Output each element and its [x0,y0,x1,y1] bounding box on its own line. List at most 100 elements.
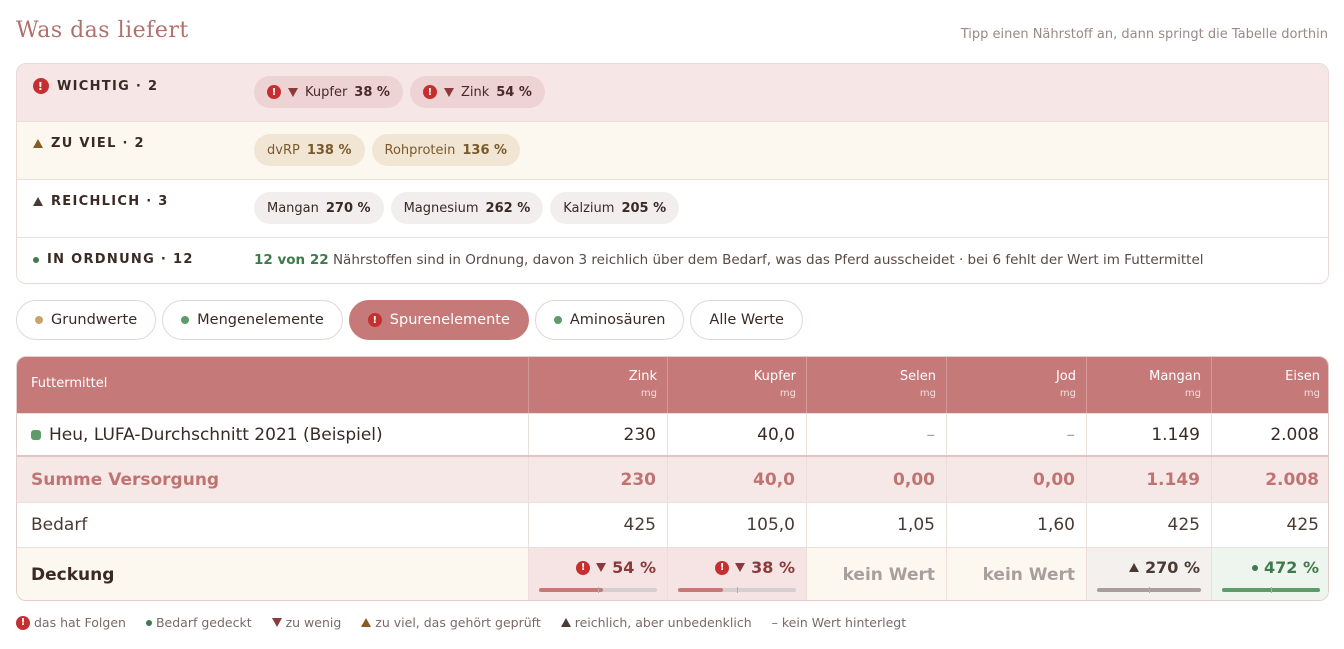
legend: ! das hat Folgen Bedarf gedeckt zu wenig… [16,615,906,630]
column-header-zink[interactable]: Zink mg [528,357,667,413]
table-cell: 230 [528,457,667,502]
coverage-cell-jod: kein Wert [946,548,1086,600]
table-cell: – [806,414,946,455]
tab-aminosaeuren[interactable]: Aminosäuren [534,300,685,340]
dot-icon [145,619,152,626]
table-cell: 40,0 [667,457,806,502]
summary-row-too-much: ZU VIEL · 2 dvRP 138 % Rohprotein 136 % [17,122,1328,180]
arrow-up-icon [33,197,43,206]
table-cell: 1.149 [1086,414,1211,455]
tab-grundwerte[interactable]: Grundwerte [16,300,157,340]
plenty-label: REICHLICH · 3 [51,194,169,209]
need-label: Bedarf [31,515,88,535]
alert-icon: ! [267,85,281,99]
legend-no-value: – kein Wert hinterlegt [771,615,907,630]
table-cell: 0,00 [806,457,946,502]
status-dot-icon [553,316,562,324]
coverage-cell-kupfer[interactable]: ! 38 % [667,548,806,600]
alert-icon: ! [576,560,591,575]
alert-icon: ! [33,78,49,94]
ok-label: IN ORDNUNG · 12 [47,252,194,267]
feed-name: Heu, LUFA-Durchschnitt 2021 (Beispiel) [49,424,383,445]
chip-dvrp[interactable]: dvRP 138 % [254,134,365,166]
table-cell: 105,0 [667,503,806,547]
legend-critical: ! das hat Folgen [16,615,126,630]
status-dot-icon [35,316,43,324]
chip-magnesium[interactable]: Magnesium 262 % [390,192,544,224]
table-row-feed[interactable]: Heu, LUFA-Durchschnitt 2021 (Beispiel) 2… [17,413,1328,455]
chip-zink[interactable]: ! Zink 54 % [409,76,545,108]
table-cell: 1,05 [806,503,946,547]
coverage-bar [539,587,657,593]
summary-row-plenty: REICHLICH · 3 Mangan 270 % Magnesium 262… [17,180,1328,238]
table-cell: 230 [528,414,667,455]
table-header: Futtermittel Zink mg Kupfer mg Selen mg … [17,357,1328,413]
summary-row-critical: ! WICHTIG · 2 ! Kupfer 38 % ! Zink 54 % [17,64,1328,122]
coverage-label: Deckung [31,565,115,585]
arrow-down-icon [443,87,454,97]
column-header-eisen[interactable]: Eisen mg [1211,357,1328,413]
sum-label: Summe Versorgung [31,469,220,490]
arrow-down-icon [288,87,298,97]
arrow-down-icon [735,563,746,572]
column-header-jod[interactable]: Jod mg [946,357,1086,413]
table-row-sum: Summe Versorgung 230 40,0 0,00 0,00 1.14… [17,455,1328,502]
column-header-futtermittel: Futtermittel [31,376,108,391]
chip-kupfer[interactable]: ! Kupfer 38 % [254,76,403,108]
coverage-cell-eisen[interactable]: 472 % [1211,548,1328,600]
column-header-kupfer[interactable]: Kupfer mg [667,357,806,413]
too-much-label: ZU VIEL · 2 [51,136,145,151]
table-cell: 0,00 [946,457,1086,502]
arrow-up-icon [33,139,43,148]
alert-icon: ! [16,615,30,630]
coverage-cell-selen: kein Wert [806,548,946,600]
coverage-bar [1097,587,1201,593]
alert-icon: ! [367,313,382,327]
table-cell: 425 [1086,503,1211,547]
table-cell: 40,0 [667,414,806,455]
legend-too-little: zu wenig [271,615,341,630]
legend-plenty: reichlich, aber unbedenklich [560,615,752,630]
tab-alle-werte[interactable]: Alle Werte [690,300,803,340]
category-tabs: Grundwerte Mengenelemente ! Spurenelemen… [16,300,803,340]
table-row-coverage: Deckung ! 54 % ! 38 % kein Wert kein Wer… [17,547,1328,600]
dot-icon [33,256,39,263]
summary-panel: ! WICHTIG · 2 ! Kupfer 38 % ! Zink 54 % … [16,63,1329,284]
table-cell: 425 [1211,503,1328,547]
table-cell: 2.008 [1211,457,1328,502]
tab-mengenelemente[interactable]: Mengenelemente [162,300,343,340]
table-cell: 1.149 [1086,457,1211,502]
chip-rohprotein[interactable]: Rohprotein 136 % [371,134,521,166]
hint-text: Tipp einen Nährstoff an, dann springt di… [960,27,1328,42]
chip-mangan[interactable]: Mangan 270 % [254,192,384,224]
summary-row-ok: IN ORDNUNG · 12 12 von 22 Nährstoffen si… [17,238,1328,283]
page-title: Was das liefert [16,18,189,43]
chip-kalzium[interactable]: Kalzium 205 % [550,192,680,224]
alert-icon: ! [715,560,730,575]
alert-icon: ! [422,85,437,99]
table-cell: 1,60 [946,503,1086,547]
coverage-bar [678,587,796,593]
ok-description: 12 von 22 Nährstoffen sind in Ordnung, d… [254,252,1204,268]
table-row-need: Bedarf 425 105,0 1,05 1,60 425 425 [17,502,1328,547]
arrow-up-icon [1129,563,1139,572]
arrow-down-icon [596,563,607,572]
arrow-down-icon [271,618,282,627]
critical-label: WICHTIG · 2 [57,78,159,94]
table-cell: 425 [528,503,667,547]
column-header-selen[interactable]: Selen mg [806,357,946,413]
table-cell: – [946,414,1086,455]
tab-spurenelemente[interactable]: ! Spurenelemente [348,300,529,340]
coverage-bar [1222,587,1320,593]
nutrient-table: Futtermittel Zink mg Kupfer mg Selen mg … [16,356,1329,601]
table-cell: 2.008 [1211,414,1328,455]
feed-status-icon [31,429,41,440]
legend-too-much: zu viel, das gehört geprüft [361,615,541,630]
coverage-cell-zink[interactable]: ! 54 % [528,548,667,600]
coverage-cell-mangan[interactable]: 270 % [1086,548,1211,600]
dot-icon [1252,564,1258,571]
legend-covered: Bedarf gedeckt [145,615,252,630]
arrow-up-icon [560,618,571,627]
status-dot-icon [181,316,190,324]
column-header-mangan[interactable]: Mangan mg [1086,357,1211,413]
